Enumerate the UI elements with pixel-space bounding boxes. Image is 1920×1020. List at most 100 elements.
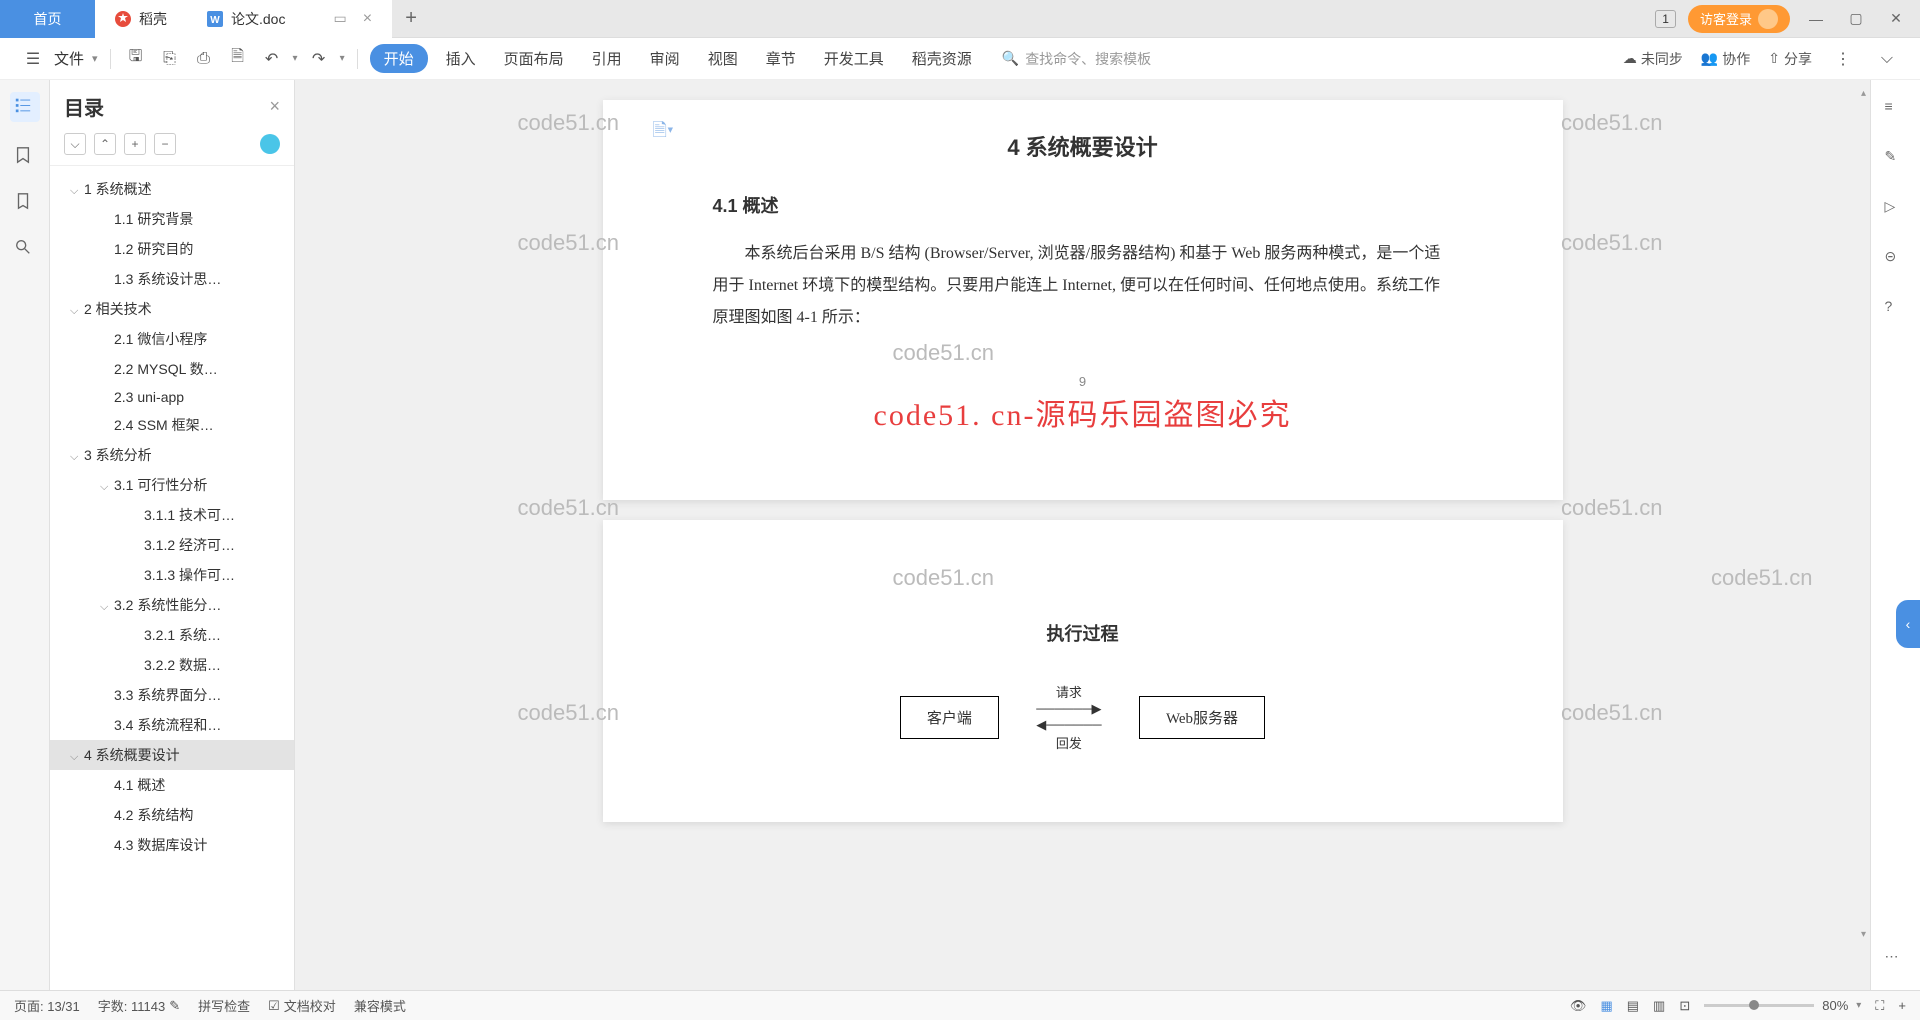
outline-item[interactable]: 3.1.2 经济可… [50, 530, 294, 560]
outline-item[interactable]: 3.3 系统界面分… [50, 680, 294, 710]
window-count-badge[interactable]: 1 [1655, 10, 1676, 28]
menu-chapter[interactable]: 章节 [756, 44, 806, 73]
window-close-button[interactable]: ✕ [1882, 10, 1910, 27]
hamburger-icon[interactable]: ☰ [20, 46, 46, 72]
outline-item[interactable]: 3.2.2 数据… [50, 650, 294, 680]
zoom-in-icon[interactable]: + [1898, 998, 1906, 1013]
collapse-ribbon-icon[interactable]: ⌵ [1874, 46, 1900, 72]
menu-view[interactable]: 视图 [698, 44, 748, 73]
menu-dev-tools[interactable]: 开发工具 [814, 44, 894, 73]
login-button[interactable]: 访客登录 [1688, 5, 1790, 33]
more-rail-icon[interactable]: ⋯ [1885, 948, 1907, 970]
paragraph-tool-icon[interactable]: 🗎▾ [653, 118, 674, 148]
pointer-rail-icon[interactable]: ▷ [1885, 198, 1907, 220]
tab-daoke[interactable]: 稻壳 [95, 0, 187, 38]
outline-item-label: 2.4 SSM 框架… [114, 417, 214, 433]
tab-document-preview-icon[interactable]: ▭ [333, 10, 346, 27]
outline-close-button[interactable]: × [269, 96, 280, 117]
outline-item[interactable]: 3.1.1 技术可… [50, 500, 294, 530]
print-preview-icon[interactable]: 🗎 [225, 46, 251, 72]
save-as-icon[interactable]: ⎘ [157, 46, 183, 72]
outline-item[interactable]: 2.3 uni-app [50, 384, 294, 410]
close-icon[interactable]: × [363, 10, 372, 28]
outline-rail-icon[interactable] [10, 92, 40, 122]
fit-width-icon[interactable]: ⛶ [1875, 998, 1884, 1014]
save-icon[interactable]: 🖫 [123, 46, 149, 72]
search-icon: 🔍 [1002, 50, 1019, 67]
print-icon[interactable]: ⎙ [191, 46, 217, 72]
file-menu[interactable]: 文件 [54, 48, 84, 69]
outline-settings-badge[interactable] [260, 134, 280, 154]
view-mode-read-icon[interactable]: ▤ [1627, 998, 1639, 1014]
outline-item[interactable]: 2.4 SSM 框架… [50, 410, 294, 440]
outline-item[interactable]: 3.4 系统流程和… [50, 710, 294, 740]
search-rail-icon[interactable] [14, 238, 36, 260]
scroll-down-icon[interactable]: ▾ [1861, 929, 1866, 940]
collab-button[interactable]: 👥协作 [1701, 49, 1750, 69]
outline-item[interactable]: 1.3 系统设计思… [50, 264, 294, 294]
more-icon[interactable]: ⋮ [1830, 46, 1856, 72]
menu-insert[interactable]: 插入 [436, 44, 486, 73]
help-rail-icon[interactable]: ? [1885, 298, 1907, 320]
outline-item[interactable]: ⌵1 系统概述 [50, 174, 294, 204]
outline-add-button[interactable]: + [124, 133, 146, 155]
scroll-up-icon[interactable]: ▴ [1861, 88, 1866, 99]
minimize-button[interactable]: — [1802, 11, 1830, 27]
chevron-down-icon: ⌵ [70, 451, 84, 464]
menu-review[interactable]: 审阅 [640, 44, 690, 73]
diagram-title: 执行过程 [713, 620, 1453, 646]
menu-start[interactable]: 开始 [370, 44, 428, 73]
undo-icon[interactable]: ↶ [259, 46, 285, 72]
outline-remove-button[interactable]: − [154, 133, 176, 155]
tab-home[interactable]: 首页 [0, 0, 95, 38]
sync-status[interactable]: ☁未同步 [1623, 49, 1683, 69]
view-mode-outline-icon[interactable]: ⊡ [1679, 998, 1690, 1014]
view-mode-web-icon[interactable]: ▥ [1653, 998, 1665, 1014]
zoom-value[interactable]: 80% [1822, 998, 1848, 1013]
word-count[interactable]: 字数: 11143 ✎ [98, 996, 180, 1015]
right-expand-tab[interactable]: ‹ [1896, 600, 1920, 648]
svg-text:W: W [210, 15, 220, 26]
outline-item[interactable]: ⌵2 相关技术 [50, 294, 294, 324]
page-indicator[interactable]: 页面: 13/31 [14, 996, 80, 1015]
outline-item[interactable]: ⌵3 系统分析 [50, 440, 294, 470]
outline-item[interactable]: ⌵3.1 可行性分析 [50, 470, 294, 500]
menu-daoke-resources[interactable]: 稻壳资源 [902, 44, 982, 73]
outline-item[interactable]: 3.2.1 系统… [50, 620, 294, 650]
spell-check[interactable]: 拼写检查 [198, 996, 250, 1015]
tab-document[interactable]: W 论文.doc ▭ × [187, 0, 392, 38]
document-scroll[interactable]: 🗎▾ 4 系统概要设计 4.1 概述 本系统后台采用 B/S 结构 (Brows… [295, 80, 1870, 990]
outline-item[interactable]: 1.1 研究背景 [50, 204, 294, 234]
eye-icon[interactable]: 👁 [1570, 998, 1587, 1014]
view-mode-page-icon[interactable]: ▦ [1600, 998, 1612, 1014]
doc-proofread[interactable]: ☑文档校对 [268, 996, 336, 1015]
outline-item[interactable]: 3.1.3 操作可… [50, 560, 294, 590]
outline-item[interactable]: ⌵4 系统概要设计 [50, 740, 294, 770]
outline-item-label: 1 系统概述 [84, 181, 152, 197]
menu-references[interactable]: 引用 [582, 44, 632, 73]
compat-mode[interactable]: 兼容模式 [354, 996, 406, 1015]
outline-collapse-button[interactable]: ⌵ [64, 133, 86, 155]
pen-rail-icon[interactable]: ✎ [1885, 148, 1907, 170]
share-button[interactable]: ⇧分享 [1768, 49, 1812, 69]
redo-icon[interactable]: ↷ [306, 46, 332, 72]
bookmark-rail-icon[interactable] [14, 146, 36, 168]
tab-bar: 首页 稻壳 W 论文.doc ▭ × + 1 访客登录 — ▢ ✕ [0, 0, 1920, 38]
outline-item[interactable]: 2.2 MYSQL 数… [50, 354, 294, 384]
outline-item[interactable]: ⌵3.2 系统性能分… [50, 590, 294, 620]
outline-item[interactable]: 4.2 系统结构 [50, 800, 294, 830]
bookmark2-rail-icon[interactable] [14, 192, 36, 214]
maximize-button[interactable]: ▢ [1842, 10, 1870, 27]
outline-item[interactable]: 4.1 概述 [50, 770, 294, 800]
vertical-scrollbar[interactable]: ▴ ▾ [1850, 80, 1868, 990]
settings-rail-icon[interactable]: ⊝ [1885, 248, 1907, 270]
outline-expand-button[interactable]: ⌃ [94, 133, 116, 155]
menu-page-layout[interactable]: 页面布局 [494, 44, 574, 73]
new-tab-button[interactable]: + [392, 7, 430, 30]
outline-item[interactable]: 4.3 数据库设计 [50, 830, 294, 860]
zoom-slider[interactable] [1704, 1004, 1814, 1007]
command-search[interactable]: 🔍 查找命令、搜索模板 [1002, 49, 1151, 69]
format-rail-icon[interactable]: ≡ [1885, 98, 1907, 120]
outline-item[interactable]: 1.2 研究目的 [50, 234, 294, 264]
outline-item[interactable]: 2.1 微信小程序 [50, 324, 294, 354]
